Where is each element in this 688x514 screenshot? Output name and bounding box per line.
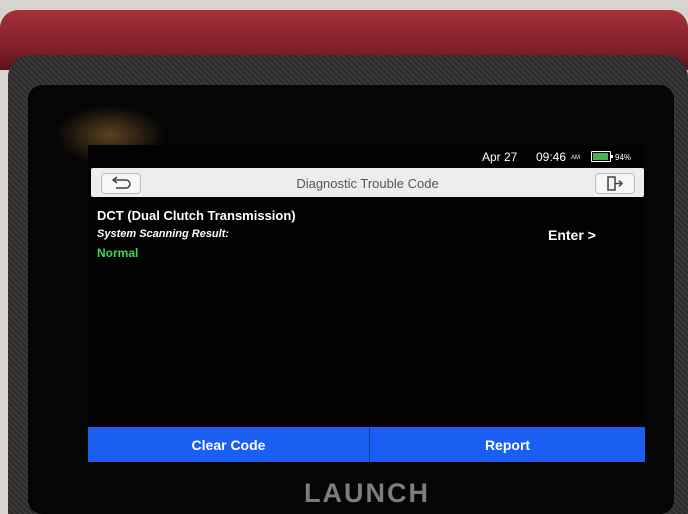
enter-button[interactable]: Enter > (548, 227, 596, 243)
scan-result-value: Normal (97, 246, 139, 260)
scan-result-label: System Scanning Result: (97, 228, 230, 240)
bottom-action-bar: Clear Code Report (88, 427, 645, 462)
status-bar: Apr 27 09:46 AM 94% (88, 145, 645, 167)
title-bar: Diagnostic Trouble Code (91, 168, 644, 197)
status-time: 09:46 (536, 150, 567, 164)
system-name: DCT (Dual Clutch Transmission) (97, 208, 296, 223)
report-button[interactable]: Report (370, 427, 645, 462)
tablet-screen: Apr 27 09:46 AM 94% Diagnostic Trouble C… (88, 145, 645, 463)
exit-button[interactable] (595, 173, 635, 194)
battery-icon (591, 151, 613, 162)
exit-icon (607, 176, 623, 191)
page-title: Diagnostic Trouble Code (296, 176, 439, 191)
status-ampm: AM (571, 155, 580, 161)
clear-code-button[interactable]: Clear Code (88, 427, 370, 462)
status-date: Apr 27 (482, 150, 518, 164)
status-battery: 94% (615, 153, 632, 162)
device-brand-logo: LAUNCH (304, 478, 430, 508)
